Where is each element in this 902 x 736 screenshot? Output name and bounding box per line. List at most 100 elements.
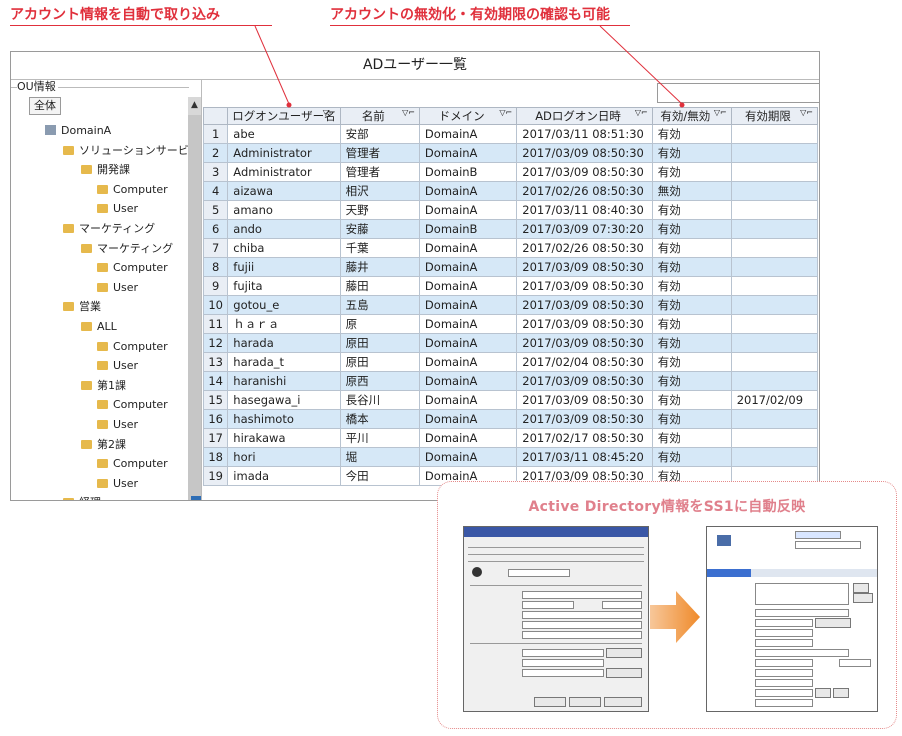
table-cell: 有効 [651, 238, 732, 258]
tree-node[interactable]: 経理 [63, 495, 101, 500]
row-number: 7 [202, 238, 229, 258]
tree-node[interactable]: User [97, 476, 138, 492]
table-cell: 2017/03/09 08:50:30 [516, 276, 653, 296]
table-row[interactable]: 3 Administrator 管理者 DomainB 2017/03/09 08:50… [202, 162, 819, 182]
tree-node[interactable]: User [97, 201, 138, 217]
table-row[interactable]: 16 hashimoto 橋本 DomainA 2017/03/09 08:50:30 有… [202, 409, 819, 429]
tree-node[interactable]: User [97, 358, 138, 374]
table-cell: DomainA [418, 390, 518, 410]
row-number: 16 [202, 409, 229, 429]
scroll-up-icon[interactable]: ▲ [188, 97, 201, 113]
tree-node-label: ALL [97, 320, 117, 333]
tree-node[interactable]: 開発課 [81, 162, 130, 178]
tree-node-label: User [113, 280, 139, 294]
column-header[interactable]: ▽⌐ ドメイン [418, 107, 518, 125]
row-number: 4 [202, 181, 229, 201]
table-cell: 2017/03/09 08:50:30 [516, 257, 653, 277]
tree-node[interactable]: Computer [97, 339, 168, 355]
table-row[interactable]: 6 ando 安藤 DomainB 2017/03/09 07:30:20 有効 [202, 219, 819, 239]
table-cell [730, 219, 819, 239]
tree-node[interactable]: 営業 [63, 299, 101, 315]
row-number: 14 [202, 371, 229, 391]
folder-icon [63, 145, 74, 155]
column-header[interactable]: ▽⌐ 有効期限 [730, 107, 819, 125]
table-row[interactable]: 14 haranishi 原西 DomainA 2017/03/09 08:50:30 有… [202, 371, 819, 391]
tree-node[interactable]: Computer [97, 260, 168, 276]
tree-node-label: Computer [113, 261, 168, 275]
table-cell: 2017/03/09 08:50:30 [516, 371, 653, 391]
collapse-panel-handle[interactable]: ◀ [191, 496, 201, 500]
table-row[interactable]: 8 fujii 藤井 DomainA 2017/03/09 08:50:30 有効 [202, 257, 819, 277]
user-icon [472, 567, 482, 577]
table-row[interactable]: 5 amano 天野 DomainA 2017/03/11 08:40:30 有効 [202, 200, 819, 220]
table-cell: 2017/03/09 08:50:30 [516, 143, 653, 163]
column-header[interactable]: ▽⌐ 名前 [339, 107, 420, 125]
tree-node-label: ソリューションサービス [79, 143, 200, 157]
tree-node[interactable]: Computer [97, 397, 168, 413]
window-title: ADユーザー一覧 [11, 52, 819, 80]
table-cell: 2017/03/09 08:50:30 [516, 314, 653, 334]
column-header[interactable]: ▽⌐ ADログオン日時 [516, 107, 653, 125]
tree-node[interactable]: ソリューションサービス [63, 143, 200, 159]
folder-icon [97, 459, 108, 469]
tree-node[interactable]: ALL [81, 319, 117, 335]
table-row[interactable]: 12 harada 原田 DomainA 2017/03/09 08:50:30 有効 [202, 333, 819, 353]
table-cell: 有効 [651, 276, 732, 296]
table-row[interactable]: 17 hirakawa 平川 DomainA 2017/02/17 08:50:30 有効 [202, 428, 819, 448]
column-header[interactable]: ▽⌐ 有効/無効 [651, 107, 732, 125]
callout-import: アカウント情報を自動で取り込み [10, 7, 220, 23]
row-number: 2 [202, 143, 229, 163]
table-cell: 有効 [651, 219, 732, 239]
tree-node[interactable]: User [97, 417, 138, 433]
scroll-thumb[interactable] [188, 115, 201, 500]
tree-scrollbar[interactable]: ▲ [188, 97, 201, 500]
filter-icon[interactable]: ▽⌐ [635, 109, 648, 118]
table-row[interactable]: 13 harada_t 原田 DomainA 2017/02/04 08:50:30 有効 [202, 352, 819, 372]
table-row[interactable]: 7 chiba 千葉 DomainA 2017/02/26 08:50:30 有効 [202, 238, 819, 258]
table-cell: imada [227, 466, 341, 486]
tree-node-label: 開発課 [97, 163, 130, 177]
tree-node[interactable]: 第1課 [81, 378, 126, 394]
table-row[interactable]: 4 aizawa 相沢 DomainA 2017/02/26 08:50:30 無効 [202, 181, 819, 201]
table-cell: 2017/03/09 08:50:30 [516, 162, 653, 182]
table-row[interactable]: 2 Administrator 管理者 DomainA 2017/03/09 08:50… [202, 143, 819, 163]
filter-icon[interactable]: ▽⌐ [714, 109, 727, 118]
table-row[interactable]: 1 abe 安部 DomainA 2017/03/11 08:51:30 有効 [202, 124, 819, 144]
tree-node[interactable]: マーケティング [81, 241, 173, 257]
tree-node[interactable]: マーケティング [63, 221, 155, 237]
filter-icon[interactable]: ▽⌐ [499, 109, 512, 118]
table-cell: 有効 [651, 333, 732, 353]
tree-node[interactable]: Computer [97, 456, 168, 472]
row-number: 3 [202, 162, 229, 182]
tree-node-label: DomainA [61, 124, 112, 137]
table-row[interactable]: 15 hasegawa_i 長谷川 DomainA 2017/03/09 08:50:3… [202, 390, 819, 410]
tree-node[interactable]: 第2課 [81, 437, 126, 453]
table-row[interactable]: 11 ｈａｒａ 原 DomainA 2017/03/09 08:50:30 有効 [202, 314, 819, 334]
table-cell: chiba [227, 238, 341, 258]
properties-tabs [468, 541, 644, 563]
table-cell: 原田 [339, 352, 420, 372]
table-cell: 原田 [339, 333, 420, 353]
table-row[interactable]: 10 gotou_e 五島 DomainA 2017/03/09 08:50:30 有効 [202, 295, 819, 315]
table-row[interactable]: 9 fujita 藤田 DomainA 2017/03/09 08:50:30 有効 [202, 276, 819, 296]
row-number: 5 [202, 200, 229, 220]
table-cell [730, 314, 819, 334]
table-cell [730, 238, 819, 258]
all-button[interactable]: 全体 [29, 97, 61, 115]
table-cell: abe [227, 124, 341, 144]
table-cell: DomainB [418, 162, 518, 182]
table-cell: 堀 [339, 447, 420, 467]
table-cell: 安部 [339, 124, 420, 144]
table-cell: 2017/03/09 08:50:30 [516, 390, 653, 410]
table-cell: 千葉 [339, 238, 420, 258]
tree-node[interactable]: User [97, 280, 138, 296]
filter-icon[interactable]: ▽⌐ [800, 109, 813, 118]
folder-icon [81, 439, 92, 449]
search-input[interactable] [657, 83, 819, 103]
tree-node[interactable]: Computer [97, 182, 168, 198]
column-header[interactable]: ▽⌐ ログオンユーザー名 [227, 107, 341, 125]
table-row[interactable]: 18 hori 堀 DomainA 2017/03/11 08:45:20 有効 [202, 447, 819, 467]
filter-icon[interactable]: ▽⌐ [402, 109, 415, 118]
table-cell: 管理者 [339, 143, 420, 163]
tree-node[interactable]: DomainA [45, 123, 111, 139]
